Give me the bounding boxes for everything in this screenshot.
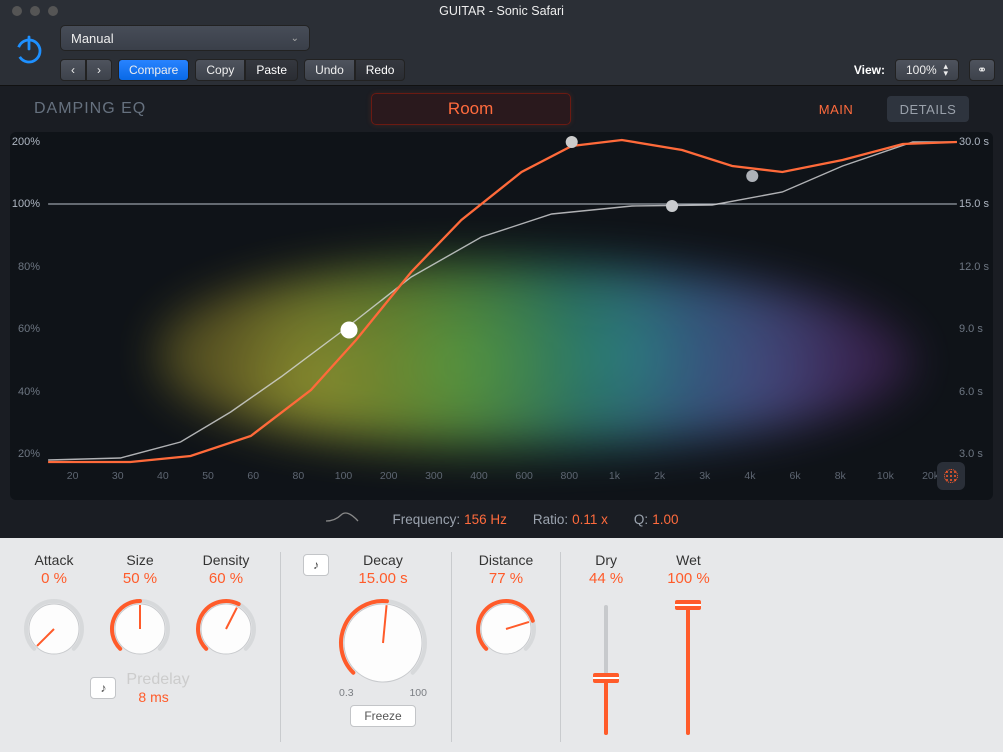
decay-value[interactable]: 15.00 s — [358, 570, 407, 587]
compare-button[interactable]: Compare — [118, 59, 189, 81]
density-value[interactable]: 60 % — [209, 570, 243, 587]
section-header: DAMPING EQ Room MAIN DETAILS — [0, 86, 1003, 132]
power-button[interactable] — [10, 30, 48, 68]
prev-preset-button[interactable]: ‹ — [60, 59, 86, 81]
tab-main[interactable]: MAIN — [795, 96, 877, 122]
window-title: GUITAR - Sonic Safari — [439, 4, 564, 18]
tab-details[interactable]: DETAILS — [887, 96, 969, 122]
link-button[interactable]: ⚭ — [969, 59, 995, 81]
redo-button[interactable]: Redo — [355, 59, 406, 81]
note-icon: ♪ — [313, 558, 319, 572]
predelay-value[interactable]: 8 ms — [138, 689, 168, 705]
density-knob[interactable] — [194, 597, 258, 661]
x-axis: 2030405060801002003004006008001k2k3k4k6k… — [50, 470, 953, 482]
section-label: DAMPING EQ — [34, 100, 146, 118]
toolbar-row-buttons: ‹ › Compare Copy Paste Undo Redo View: 1… — [0, 54, 1003, 86]
y-axis-left: 200% 100% 80% 60% 40% 20% — [4, 136, 46, 460]
link-icon: ⚭ — [977, 63, 987, 77]
wet-slider-col: Wet 100 % — [667, 552, 710, 742]
zoom-select[interactable]: 100% ▴▾ — [895, 59, 959, 81]
filter-shape-icon[interactable] — [325, 511, 359, 528]
window-titlebar: GUITAR - Sonic Safari — [0, 0, 1003, 22]
frequency-value[interactable]: 156 Hz — [464, 512, 507, 527]
damping-eq-graph[interactable]: 200% 100% 80% 60% 40% 20% 30.0 s 15.0 s … — [10, 132, 993, 500]
copy-button[interactable]: Copy — [195, 59, 245, 81]
size-knob-col: Size 50 % — [108, 552, 172, 661]
size-value[interactable]: 50 % — [123, 570, 157, 587]
distance-knob-col: Distance 77 % — [474, 552, 538, 742]
y-axis-right: 30.0 s 15.0 s 12.0 s 9.0 s 6.0 s 3.0 s — [953, 136, 995, 460]
dry-slider-col: Dry 44 % — [589, 552, 623, 742]
control-panel: Attack 0 % Size 50 % Density 60 % — [0, 538, 1003, 752]
view-label: View: — [854, 63, 885, 77]
mode-button-room[interactable]: Room — [371, 93, 571, 125]
chevron-down-icon: ⌄ — [291, 33, 299, 44]
q-value[interactable]: 1.00 — [652, 512, 678, 527]
dry-slider[interactable] — [604, 605, 608, 735]
size-knob[interactable] — [108, 597, 172, 661]
attack-knob-col: Attack 0 % — [22, 552, 86, 661]
density-knob-col: Density 60 % — [194, 552, 258, 661]
decay-sync-button[interactable]: ♪ — [303, 554, 329, 576]
dry-value[interactable]: 44 % — [589, 570, 623, 587]
toolbar-row-preset: Manual ⌄ — [0, 22, 1003, 54]
distance-value[interactable]: 77 % — [489, 570, 523, 587]
decay-knob[interactable] — [337, 597, 429, 689]
wet-slider[interactable] — [686, 605, 690, 735]
eq-band-readout: Frequency:156 Hz Ratio:0.11 x Q:1.00 — [0, 500, 1003, 538]
predelay-row: ♪ Predelay 8 ms — [90, 671, 189, 705]
attack-knob[interactable] — [22, 597, 86, 661]
undo-button[interactable]: Undo — [304, 59, 355, 81]
note-icon: ♪ — [100, 681, 106, 695]
wet-value[interactable]: 100 % — [667, 570, 710, 587]
visualizer-toggle[interactable] — [937, 462, 965, 490]
distance-knob[interactable] — [474, 597, 538, 661]
window-traffic-lights[interactable] — [12, 6, 58, 16]
paste-button[interactable]: Paste — [245, 59, 298, 81]
freeze-button[interactable]: Freeze — [350, 705, 416, 727]
attack-value[interactable]: 0 % — [41, 570, 67, 587]
stepper-icon: ▴▾ — [943, 63, 948, 76]
preset-name: Manual — [71, 31, 114, 46]
next-preset-button[interactable]: › — [86, 59, 112, 81]
predelay-sync-button[interactable]: ♪ — [90, 677, 116, 699]
ratio-value[interactable]: 0.11 x — [572, 512, 608, 527]
preset-select[interactable]: Manual ⌄ — [60, 25, 310, 51]
